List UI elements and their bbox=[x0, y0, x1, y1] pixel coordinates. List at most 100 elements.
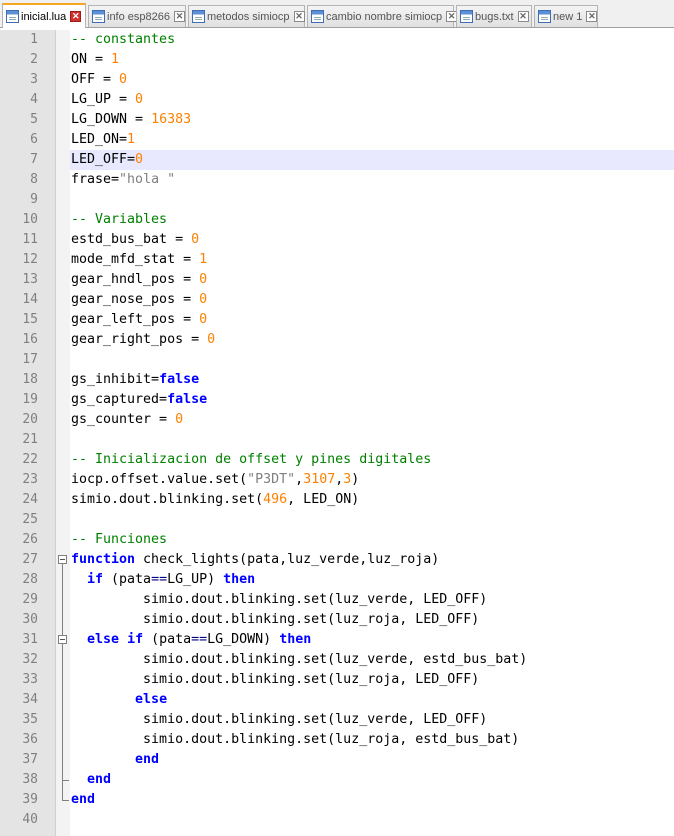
code-text[interactable]: gear_left_pos = 0 bbox=[71, 310, 207, 330]
code-text[interactable]: else bbox=[71, 690, 167, 710]
code-text[interactable]: frase="hola " bbox=[71, 170, 175, 190]
code-text[interactable]: end bbox=[71, 770, 111, 790]
code-line[interactable]: 35 simio.dout.blinking.set(luz_verde, LE… bbox=[0, 710, 674, 730]
code-text[interactable]: estd_bus_bat = 0 bbox=[71, 230, 199, 250]
code-token: 1 bbox=[127, 132, 136, 147]
code-line[interactable]: 33 simio.dout.blinking.set(luz_roja, LED… bbox=[0, 670, 674, 690]
code-text[interactable]: simio.dout.blinking.set(496, LED_ON) bbox=[71, 490, 359, 510]
code-text[interactable]: gear_right_pos = 0 bbox=[71, 330, 215, 350]
code-text[interactable]: mode_mfd_stat = 1 bbox=[71, 250, 207, 270]
line-number: 31 bbox=[22, 632, 38, 647]
code-line[interactable]: 15 gear_left_pos = 0 bbox=[0, 310, 674, 330]
tab-metodos-simiocp[interactable]: metodos simiocp ✕ bbox=[188, 5, 305, 27]
code-line[interactable]: 22 -- Inicializacion de offset y pines di… bbox=[0, 450, 674, 470]
code-line[interactable]: 9 bbox=[0, 190, 674, 210]
fold-minus-icon[interactable] bbox=[58, 555, 67, 564]
code-line[interactable]: 27 function check_lights(pata,luz_verde,l… bbox=[0, 550, 674, 570]
close-icon[interactable]: ✕ bbox=[70, 11, 82, 22]
code-text[interactable]: simio.dout.blinking.set(luz_roja, estd_b… bbox=[71, 730, 519, 750]
code-text[interactable]: LED_ON=1 bbox=[71, 130, 135, 150]
code-token: -- constantes bbox=[71, 32, 176, 47]
code-text[interactable]: -- Variables bbox=[71, 210, 167, 230]
code-text[interactable]: end bbox=[71, 790, 95, 810]
code-text[interactable]: simio.dout.blinking.set(luz_verde, estd_… bbox=[71, 650, 527, 670]
code-token: , bbox=[295, 472, 304, 487]
code-line[interactable]: 34 else bbox=[0, 690, 674, 710]
code-text[interactable]: -- constantes bbox=[71, 30, 175, 50]
code-line[interactable]: 18 gs_inhibit=false bbox=[0, 370, 674, 390]
code-line[interactable]: 5 LG_DOWN = 16383 bbox=[0, 110, 674, 130]
code-line[interactable]: 26 -- Funciones bbox=[0, 530, 674, 550]
code-line[interactable]: 14 gear_nose_pos = 0 bbox=[0, 290, 674, 310]
code-line[interactable]: 29 simio.dout.blinking.set(luz_verde, LE… bbox=[0, 590, 674, 610]
close-icon[interactable]: ✕ bbox=[586, 11, 598, 22]
code-text[interactable]: gear_nose_pos = 0 bbox=[71, 290, 207, 310]
code-line[interactable]: 10 -- Variables bbox=[0, 210, 674, 230]
code-text[interactable]: function check_lights(pata,luz_verde,luz… bbox=[71, 550, 439, 570]
close-icon[interactable]: ✕ bbox=[174, 11, 185, 22]
code-text[interactable]: end bbox=[71, 750, 159, 770]
tab-bugs-txt[interactable]: bugs.txt ✕ bbox=[456, 5, 532, 27]
line-number: 4 bbox=[30, 92, 38, 107]
line-number: 10 bbox=[22, 212, 38, 227]
code-line[interactable]: 16 gear_right_pos = 0 bbox=[0, 330, 674, 350]
code-line[interactable]: 39 end bbox=[0, 790, 674, 810]
code-line[interactable]: 40 bbox=[0, 810, 674, 830]
code-line[interactable]: 23 iocp.offset.value.set("P3DT",3107,3) bbox=[0, 470, 674, 490]
code-line[interactable]: 2 ON = 1 bbox=[0, 50, 674, 70]
code-text[interactable]: simio.dout.blinking.set(luz_roja, LED_OF… bbox=[71, 610, 479, 630]
code-line[interactable]: 25 bbox=[0, 510, 674, 530]
code-line[interactable]: 20 gs_counter = 0 bbox=[0, 410, 674, 430]
code-line[interactable]: 3 OFF = 0 bbox=[0, 70, 674, 90]
tab-inicial-lua[interactable]: inicial.lua ✕ bbox=[2, 3, 86, 28]
tab-new-1[interactable]: new 1 ✕ bbox=[534, 5, 598, 27]
code-line[interactable]: 1 -- constantes bbox=[0, 30, 674, 50]
code-text[interactable]: simio.dout.blinking.set(luz_verde, LED_O… bbox=[71, 710, 487, 730]
tab-cambio-nombre-simiocp[interactable]: cambio nombre simiocp ✕ bbox=[307, 5, 458, 27]
code-text[interactable]: OFF = 0 bbox=[71, 70, 127, 90]
code-text[interactable]: LG_DOWN = 16383 bbox=[71, 110, 191, 130]
code-line[interactable]: 38 end bbox=[0, 770, 674, 790]
code-text[interactable]: gear_hndl_pos = 0 bbox=[71, 270, 207, 290]
code-line[interactable]: 4 LG_UP = 0 bbox=[0, 90, 674, 110]
code-line[interactable]: 30 simio.dout.blinking.set(luz_roja, LED… bbox=[0, 610, 674, 630]
code-text[interactable]: gs_captured=false bbox=[71, 390, 207, 410]
code-editor[interactable]: 1 -- constantes 2 ON = 1 3 OFF = 0 4 LG_UP = 05… bbox=[0, 30, 674, 836]
code-line[interactable]: 8 frase="hola " bbox=[0, 170, 674, 190]
code-text[interactable]: ON = 1 bbox=[71, 50, 119, 70]
tab-bar: inicial.lua ✕ info esp8266 ✕ metodos sim… bbox=[0, 0, 674, 28]
code-line[interactable]: 37 end bbox=[0, 750, 674, 770]
code-line[interactable]: 32 simio.dout.blinking.set(luz_verde, es… bbox=[0, 650, 674, 670]
code-line[interactable]: 7 LED_OFF=0 bbox=[0, 150, 674, 170]
code-line[interactable]: 17 bbox=[0, 350, 674, 370]
code-line[interactable]: 21 bbox=[0, 430, 674, 450]
code-text[interactable]: LG_UP = 0 bbox=[71, 90, 143, 110]
fold-minus-icon[interactable] bbox=[58, 635, 67, 644]
code-text[interactable]: simio.dout.blinking.set(luz_roja, LED_OF… bbox=[71, 670, 479, 690]
close-icon[interactable]: ✕ bbox=[517, 11, 529, 22]
code-line[interactable]: 11 estd_bus_bat = 0 bbox=[0, 230, 674, 250]
code-text[interactable]: simio.dout.blinking.set(luz_verde, LED_O… bbox=[71, 590, 487, 610]
code-line[interactable]: 12 mode_mfd_stat = 1 bbox=[0, 250, 674, 270]
close-icon[interactable]: ✕ bbox=[293, 11, 305, 22]
code-token: simio.dout.blinking.set(luz_verde, estd_… bbox=[71, 652, 528, 667]
code-text[interactable]: gs_inhibit=false bbox=[71, 370, 199, 390]
code-text[interactable]: if (pata==LG_UP) then bbox=[71, 570, 255, 590]
code-line[interactable]: 24 simio.dout.blinking.set(496, LED_ON) bbox=[0, 490, 674, 510]
line-number: 14 bbox=[22, 292, 38, 307]
code-text[interactable]: -- Funciones bbox=[71, 530, 167, 550]
code-text[interactable]: LED_OFF=0 bbox=[71, 150, 143, 170]
code-line[interactable]: 31 else if (pata==LG_DOWN) then bbox=[0, 630, 674, 650]
code-token: 0 bbox=[191, 232, 200, 247]
code-line[interactable]: 6 LED_ON=1 bbox=[0, 130, 674, 150]
code-line[interactable]: 19 gs_captured=false bbox=[0, 390, 674, 410]
code-text[interactable]: -- Inicializacion de offset y pines digi… bbox=[71, 450, 431, 470]
code-text[interactable]: else if (pata==LG_DOWN) then bbox=[71, 630, 311, 650]
tab-info-esp8266[interactable]: info esp8266 ✕ bbox=[88, 5, 186, 27]
code-line[interactable]: 13 gear_hndl_pos = 0 bbox=[0, 270, 674, 290]
code-text[interactable]: gs_counter = 0 bbox=[71, 410, 183, 430]
code-line[interactable]: 36 simio.dout.blinking.set(luz_roja, est… bbox=[0, 730, 674, 750]
code-text[interactable]: iocp.offset.value.set("P3DT",3107,3) bbox=[71, 470, 359, 490]
code-line[interactable]: 28 if (pata==LG_UP) then bbox=[0, 570, 674, 590]
